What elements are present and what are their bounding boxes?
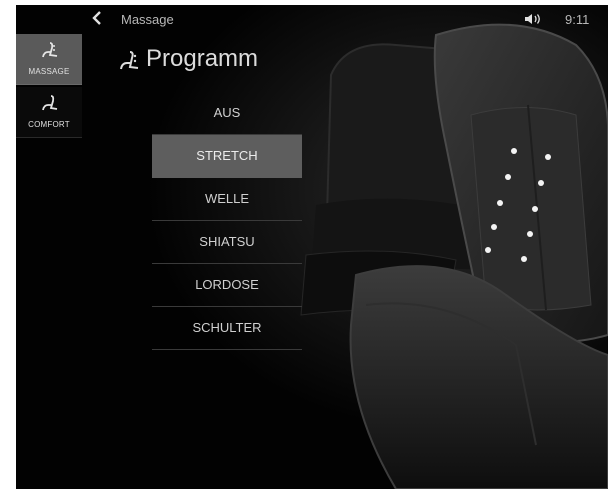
page-title: Programm: [146, 45, 259, 72]
screen-title: Massage: [121, 12, 174, 27]
infotainment-screen: Massage 9:11 MASSAGE COMFORT Programm AU…: [16, 5, 608, 489]
back-chevron-icon[interactable]: [91, 10, 103, 26]
program-item-schulter[interactable]: SCHULTER: [152, 307, 302, 350]
program-item-aus[interactable]: AUS: [152, 92, 302, 135]
program-item-welle[interactable]: WELLE: [152, 178, 302, 221]
clock: 9:11: [565, 12, 590, 27]
massage-seat-icon: [120, 51, 139, 70]
sidebar-item-massage[interactable]: MASSAGE: [16, 34, 82, 85]
program-list: AUS STRETCH WELLE SHIATSU LORDOSE SCHULT…: [152, 92, 302, 350]
sidebar-item-label: COMFORT: [28, 120, 70, 129]
status-bar: Massage 9:11: [16, 5, 608, 31]
seat-icon: [42, 95, 58, 111]
program-item-lordose[interactable]: LORDOSE: [152, 264, 302, 307]
sidebar-item-comfort[interactable]: COMFORT: [16, 87, 82, 138]
sidebar: MASSAGE COMFORT: [16, 34, 82, 140]
massage-seat-icon: [42, 42, 58, 58]
volume-icon[interactable]: [524, 13, 542, 25]
program-item-shiatsu[interactable]: SHIATSU: [152, 221, 302, 264]
seat-image: [16, 5, 608, 489]
sidebar-item-label: MASSAGE: [28, 67, 70, 76]
program-item-stretch[interactable]: STRETCH: [152, 135, 302, 178]
